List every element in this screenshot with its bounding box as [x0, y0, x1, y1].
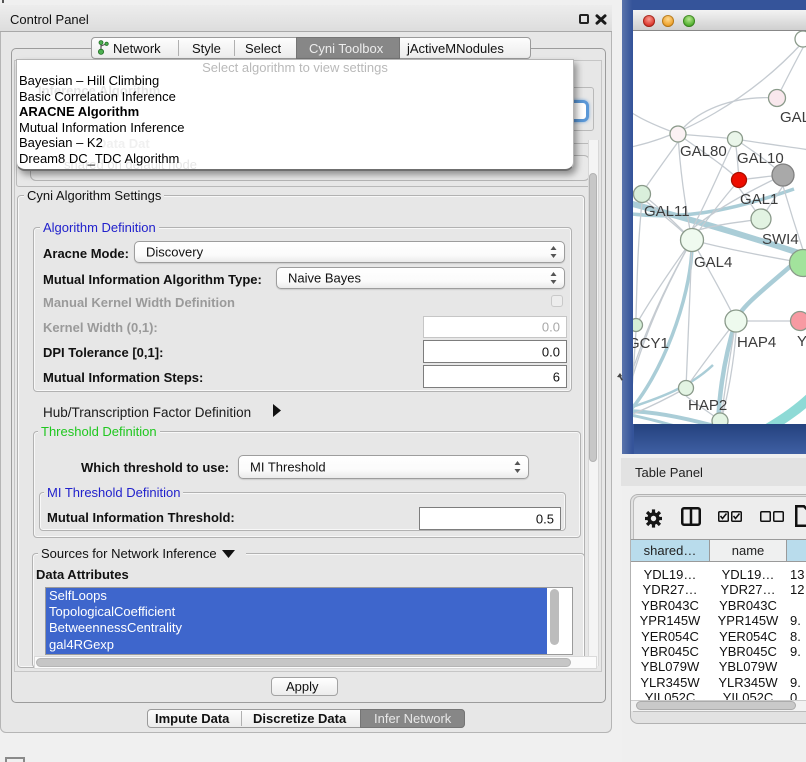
- svg-text:HAP4: HAP4: [737, 334, 776, 351]
- svg-text:HAP2: HAP2: [688, 397, 727, 414]
- svg-text:GCY1: GCY1: [633, 335, 669, 352]
- svg-text:SWI4: SWI4: [762, 231, 799, 248]
- svg-text:GAL80: GAL80: [680, 143, 727, 160]
- svg-text:GAL1: GAL1: [740, 191, 778, 208]
- svg-text:YI: YI: [797, 333, 806, 350]
- svg-text:GAL4: GAL4: [694, 254, 732, 271]
- svg-text:GAL7: GAL7: [780, 109, 806, 126]
- svg-text:GAL11: GAL11: [644, 203, 690, 220]
- svg-text:GAL10: GAL10: [737, 150, 784, 167]
